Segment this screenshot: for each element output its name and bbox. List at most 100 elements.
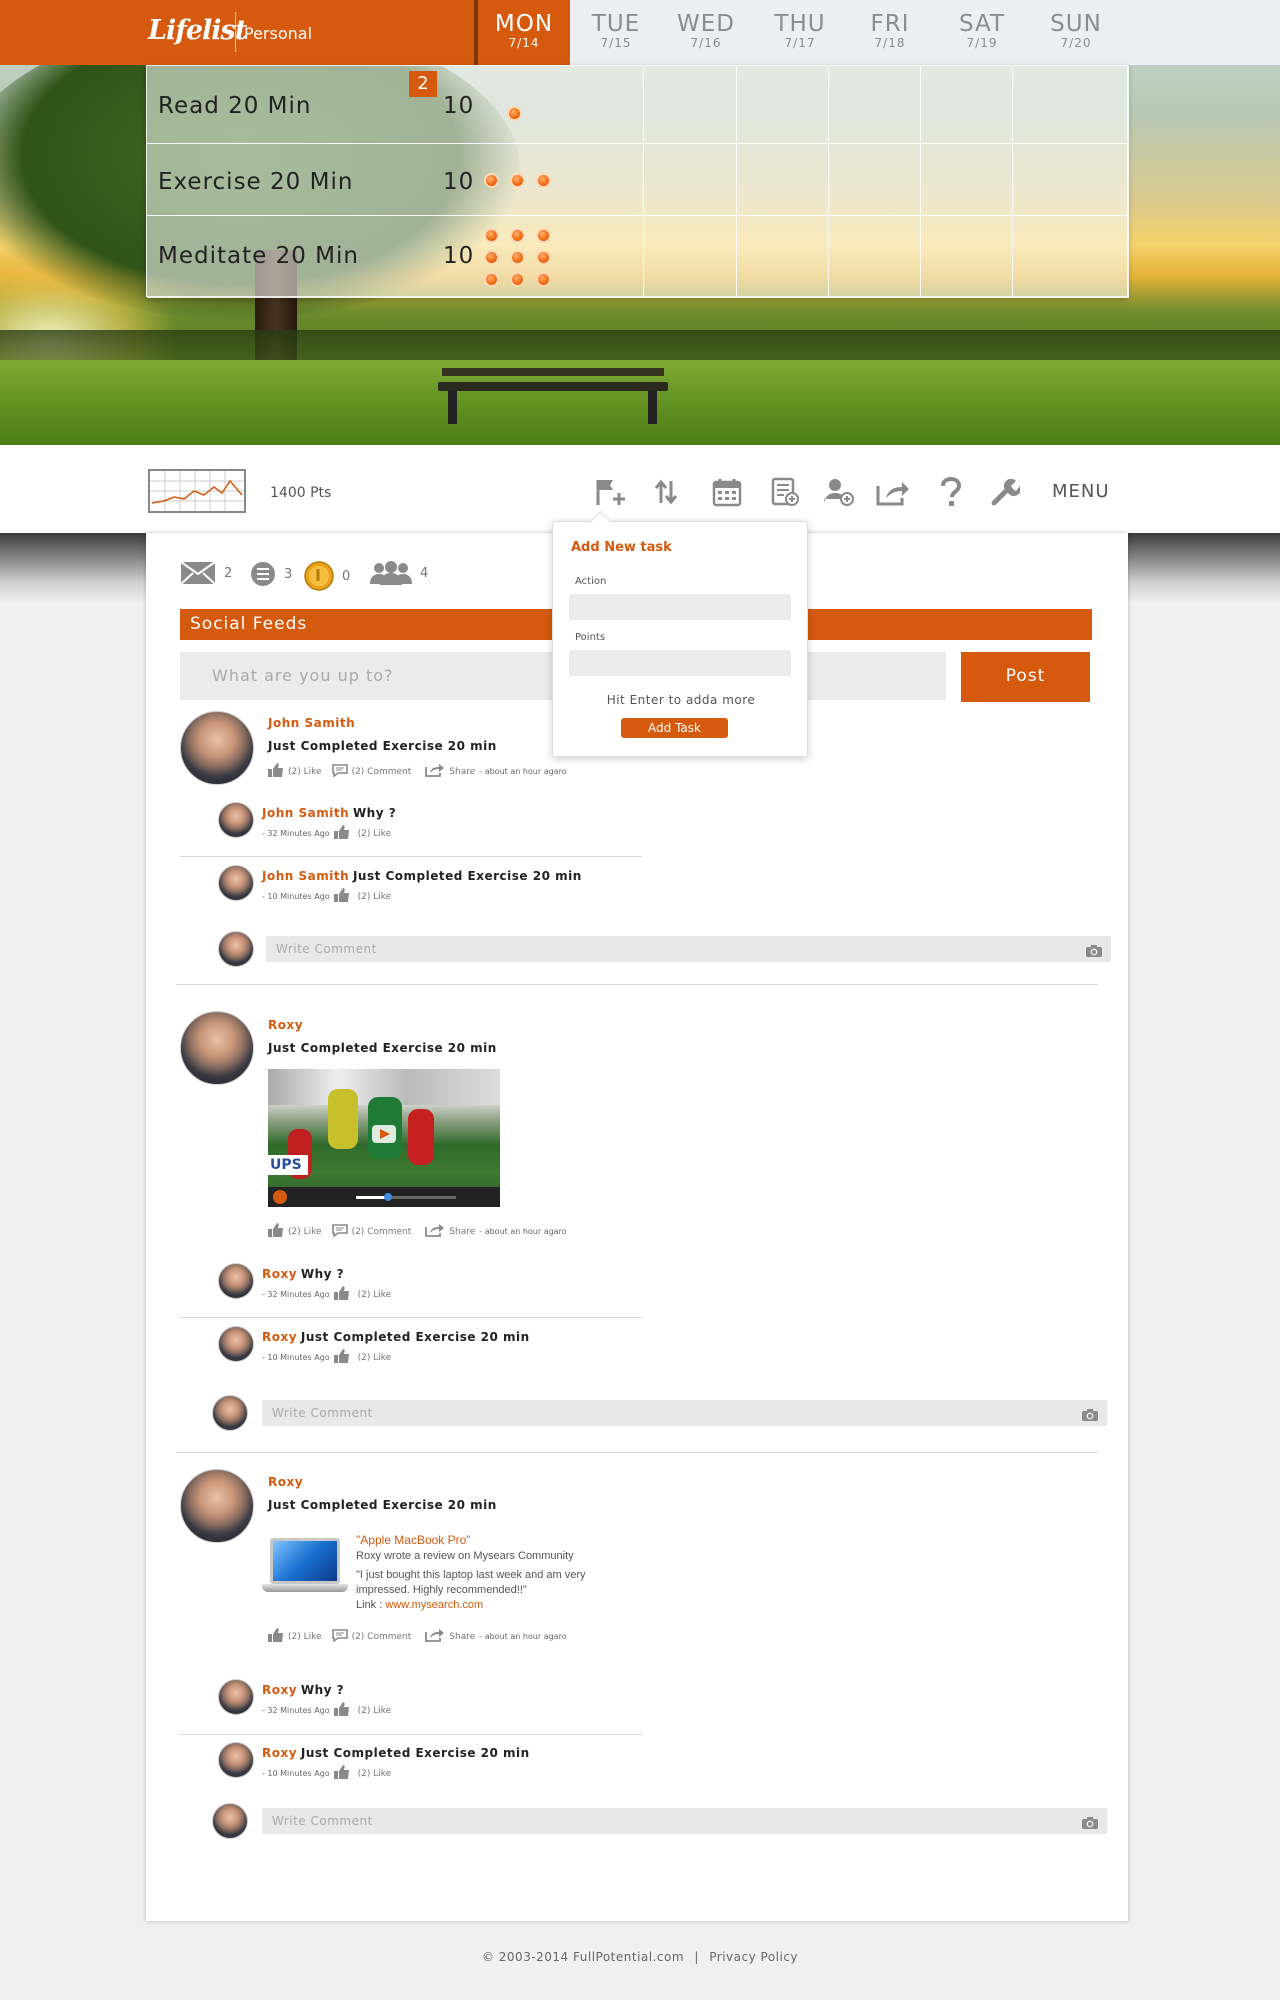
share-icon[interactable] <box>876 475 910 509</box>
avatar[interactable] <box>218 802 254 838</box>
completion-dot[interactable] <box>510 250 525 265</box>
add-list-icon[interactable] <box>768 475 802 509</box>
task-name[interactable]: Read 20 Min <box>158 93 312 119</box>
help-icon[interactable] <box>934 475 968 509</box>
like-count[interactable]: (2) Like <box>358 1706 392 1716</box>
grid-cell[interactable] <box>1013 66 1129 144</box>
like-count[interactable]: (2) Like <box>358 1290 392 1300</box>
grid-cell[interactable] <box>737 144 829 216</box>
day-fri[interactable]: FRI 7/18 <box>844 0 936 65</box>
comment-author[interactable]: Roxy <box>262 1267 297 1281</box>
day-sun[interactable]: SUN 7/20 <box>1030 0 1122 65</box>
like-icon[interactable] <box>268 1628 284 1645</box>
like-icon[interactable] <box>333 1349 350 1366</box>
logo[interactable]: Lifelist <box>148 15 247 46</box>
grid-cell[interactable] <box>921 66 1013 144</box>
camera-icon[interactable] <box>1081 1813 1099 1839</box>
comment-icon[interactable] <box>331 1223 348 1240</box>
like-icon[interactable] <box>333 1286 350 1303</box>
avatar[interactable] <box>212 1803 248 1839</box>
grid-cell[interactable] <box>1013 144 1129 216</box>
camera-icon[interactable] <box>1085 941 1103 967</box>
points-input[interactable] <box>569 650 791 676</box>
task-name[interactable]: Exercise 20 Min <box>158 169 353 195</box>
avatar[interactable] <box>180 1011 254 1085</box>
completion-dot[interactable] <box>507 106 522 121</box>
task-name[interactable]: Meditate 20 Min <box>158 243 359 269</box>
write-comment-input[interactable]: Write Comment <box>262 1808 1107 1834</box>
grid-cell[interactable] <box>737 216 829 298</box>
post-button[interactable]: Post <box>961 652 1090 702</box>
like-icon[interactable] <box>268 1223 284 1240</box>
grid-cell[interactable] <box>1013 216 1129 298</box>
like-icon[interactable] <box>333 1765 350 1782</box>
stat-coins[interactable]: 0 <box>304 561 350 591</box>
grid-cell[interactable] <box>829 144 921 216</box>
post-author[interactable]: John Samith <box>268 716 355 730</box>
avatar[interactable] <box>218 865 254 901</box>
grid-cell[interactable] <box>644 144 737 216</box>
day-tue[interactable]: TUE 7/15 <box>570 0 662 65</box>
like-count[interactable]: (2) Like <box>358 829 392 839</box>
grid-cell[interactable] <box>644 216 737 298</box>
privacy-link[interactable]: Privacy Policy <box>709 1950 798 1964</box>
add-task-button[interactable]: Add Task <box>621 718 728 738</box>
share-icon[interactable] <box>425 1223 445 1240</box>
share-link[interactable]: Share <box>449 1227 475 1237</box>
share-link[interactable]: Share <box>449 767 475 777</box>
like-count[interactable]: (2) Like <box>358 1353 392 1363</box>
comment-author[interactable]: John Samith <box>262 869 349 883</box>
completion-dot[interactable] <box>510 173 525 188</box>
grid-cell[interactable] <box>921 216 1013 298</box>
write-comment-input[interactable]: Write Comment <box>266 936 1111 962</box>
video-player[interactable]: UPS <box>268 1069 500 1207</box>
sync-icon[interactable] <box>649 475 683 509</box>
like-icon[interactable] <box>333 825 350 842</box>
avatar[interactable] <box>218 1326 254 1362</box>
stat-messages[interactable]: 2 <box>180 561 232 585</box>
completion-dot[interactable] <box>536 173 551 188</box>
post-author[interactable]: Roxy <box>268 1018 303 1032</box>
grid-cell[interactable] <box>554 144 644 216</box>
completion-dot[interactable] <box>484 228 499 243</box>
points-chart-thumbnail[interactable] <box>148 469 246 513</box>
like-count[interactable]: (2) Like <box>288 1227 322 1237</box>
post-author[interactable]: Roxy <box>268 1475 303 1489</box>
share-link[interactable]: Share <box>449 1632 475 1642</box>
write-comment-input[interactable]: Write Comment <box>262 1400 1107 1426</box>
avatar[interactable] <box>180 1469 254 1543</box>
completion-dot[interactable] <box>536 272 551 287</box>
review-link[interactable]: www.mysearch.com <box>385 1599 483 1611</box>
laptop-image[interactable] <box>262 1538 348 1596</box>
comment-icon[interactable] <box>331 763 348 780</box>
grid-cell[interactable] <box>829 216 921 298</box>
completion-dot[interactable] <box>484 272 499 287</box>
avatar[interactable] <box>218 1679 254 1715</box>
share-icon[interactable] <box>425 763 445 780</box>
comment-count[interactable]: (2) Comment <box>352 767 412 777</box>
like-count[interactable]: (2) Like <box>358 1769 392 1779</box>
add-task-icon[interactable] <box>594 475 628 509</box>
avatar[interactable] <box>218 931 254 967</box>
comment-count[interactable]: (2) Comment <box>352 1632 412 1642</box>
like-icon[interactable] <box>333 888 350 905</box>
grid-cell[interactable] <box>921 144 1013 216</box>
like-count[interactable]: (2) Like <box>288 767 322 777</box>
completion-dot[interactable] <box>510 228 525 243</box>
grid-cell[interactable] <box>554 66 644 144</box>
calendar-icon[interactable] <box>710 475 744 509</box>
action-input[interactable] <box>569 594 791 620</box>
avatar[interactable] <box>218 1742 254 1778</box>
day-sat[interactable]: SAT 7/19 <box>936 0 1028 65</box>
comment-icon[interactable] <box>331 1628 348 1645</box>
day-thu[interactable]: THU 7/17 <box>754 0 846 65</box>
settings-icon[interactable] <box>988 475 1022 509</box>
avatar[interactable] <box>212 1395 248 1431</box>
day-wed[interactable]: WED 7/16 <box>660 0 752 65</box>
avatar[interactable] <box>218 1263 254 1299</box>
stat-lists[interactable]: 3 <box>250 561 292 587</box>
completion-dot[interactable] <box>484 250 499 265</box>
comment-author[interactable]: Roxy <box>262 1746 297 1760</box>
comment-author[interactable]: Roxy <box>262 1330 297 1344</box>
comment-count[interactable]: (2) Comment <box>352 1227 412 1237</box>
